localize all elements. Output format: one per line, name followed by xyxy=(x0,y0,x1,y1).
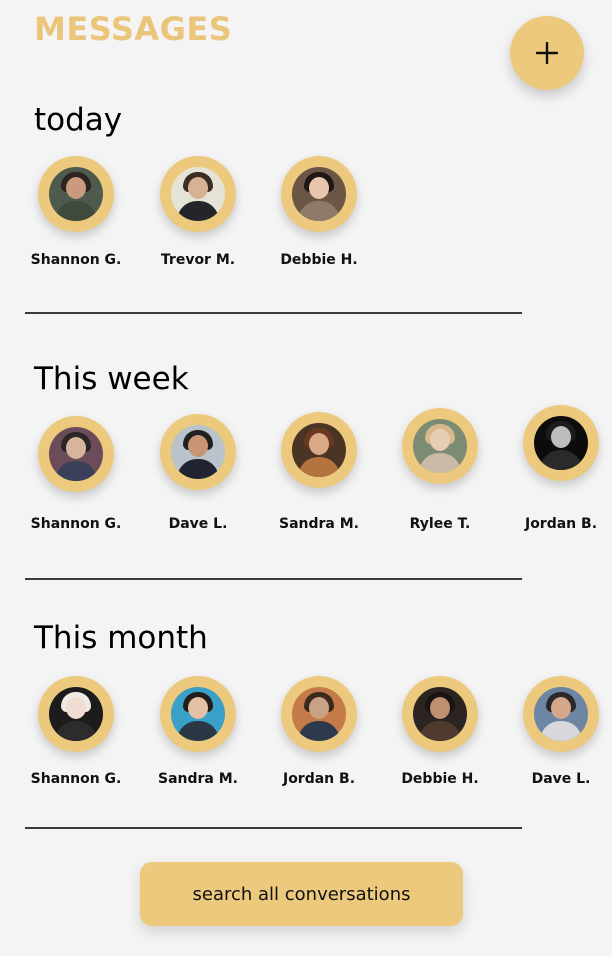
contact-name: Jordan B. xyxy=(524,516,598,532)
avatar-body xyxy=(540,721,582,741)
avatar xyxy=(292,423,346,477)
plus-icon xyxy=(536,42,558,64)
new-message-button[interactable] xyxy=(510,16,584,90)
avatar-face xyxy=(188,697,208,719)
avatar-body xyxy=(419,453,461,473)
avatar-body xyxy=(55,461,97,481)
contact-name: Debbie H. xyxy=(401,771,479,787)
avatar-face xyxy=(66,437,86,459)
avatar-face xyxy=(309,433,329,455)
avatar-face xyxy=(66,697,86,719)
avatar-ring xyxy=(281,412,357,488)
avatar xyxy=(292,167,346,221)
avatar-body xyxy=(177,459,219,479)
avatar xyxy=(171,425,225,479)
contact-name: Trevor M. xyxy=(160,252,236,268)
avatar-body xyxy=(298,457,340,477)
contact-name: Sandra M. xyxy=(158,771,238,787)
contact-name: Debbie H. xyxy=(280,252,358,268)
avatar xyxy=(171,687,225,741)
avatar-ring xyxy=(402,676,478,752)
avatar-ring xyxy=(160,414,236,490)
avatar xyxy=(49,427,103,481)
avatar-ring xyxy=(402,408,478,484)
avatar xyxy=(413,687,467,741)
avatar-face xyxy=(66,177,86,199)
avatar-body xyxy=(55,721,97,741)
contact-name: Jordan B. xyxy=(282,771,356,787)
search-all-conversations-button[interactable]: search all conversations xyxy=(140,862,463,926)
avatar-ring xyxy=(281,676,357,752)
contact-name: Dave L. xyxy=(531,771,591,787)
avatar-body xyxy=(55,201,97,221)
avatar-ring xyxy=(160,156,236,232)
avatar-ring xyxy=(523,405,599,481)
avatar-body xyxy=(540,450,582,470)
avatar-ring xyxy=(281,156,357,232)
section-divider xyxy=(25,827,522,829)
avatar-ring xyxy=(160,676,236,752)
avatar-face xyxy=(188,177,208,199)
contact-name: Dave L. xyxy=(168,516,228,532)
avatar xyxy=(413,419,467,473)
avatar-ring xyxy=(523,676,599,752)
avatar xyxy=(534,687,588,741)
avatar xyxy=(171,167,225,221)
avatar xyxy=(534,416,588,470)
avatar-body xyxy=(298,201,340,221)
avatar-face xyxy=(430,697,450,719)
avatar-face xyxy=(309,697,329,719)
avatar-body xyxy=(298,721,340,741)
contact-name: Shannon G. xyxy=(30,771,122,787)
avatar xyxy=(49,167,103,221)
contact-name: Shannon G. xyxy=(30,252,122,268)
avatar-face xyxy=(309,177,329,199)
avatar-body xyxy=(419,721,461,741)
contact-name: Rylee T. xyxy=(409,516,471,532)
avatar xyxy=(292,687,346,741)
avatar-face xyxy=(551,697,571,719)
page-title: MESSAGES xyxy=(34,10,233,48)
avatar-ring xyxy=(38,416,114,492)
avatar-ring xyxy=(38,676,114,752)
section-heading: today xyxy=(34,102,123,138)
section-divider xyxy=(25,312,522,314)
avatar-face xyxy=(551,426,571,448)
contact-name: Shannon G. xyxy=(30,516,122,532)
avatar xyxy=(49,687,103,741)
section-divider xyxy=(25,578,522,580)
avatar-body xyxy=(177,721,219,741)
section-heading: This week xyxy=(34,361,189,397)
messages-screen: MESSAGES today Shannon G. Trevor M. Debbie… xyxy=(0,0,612,956)
avatar-ring xyxy=(38,156,114,232)
section-heading: This month xyxy=(34,620,208,656)
avatar-face xyxy=(430,429,450,451)
avatar-face xyxy=(188,435,208,457)
contact-name: Sandra M. xyxy=(279,516,359,532)
avatar-body xyxy=(177,201,219,221)
